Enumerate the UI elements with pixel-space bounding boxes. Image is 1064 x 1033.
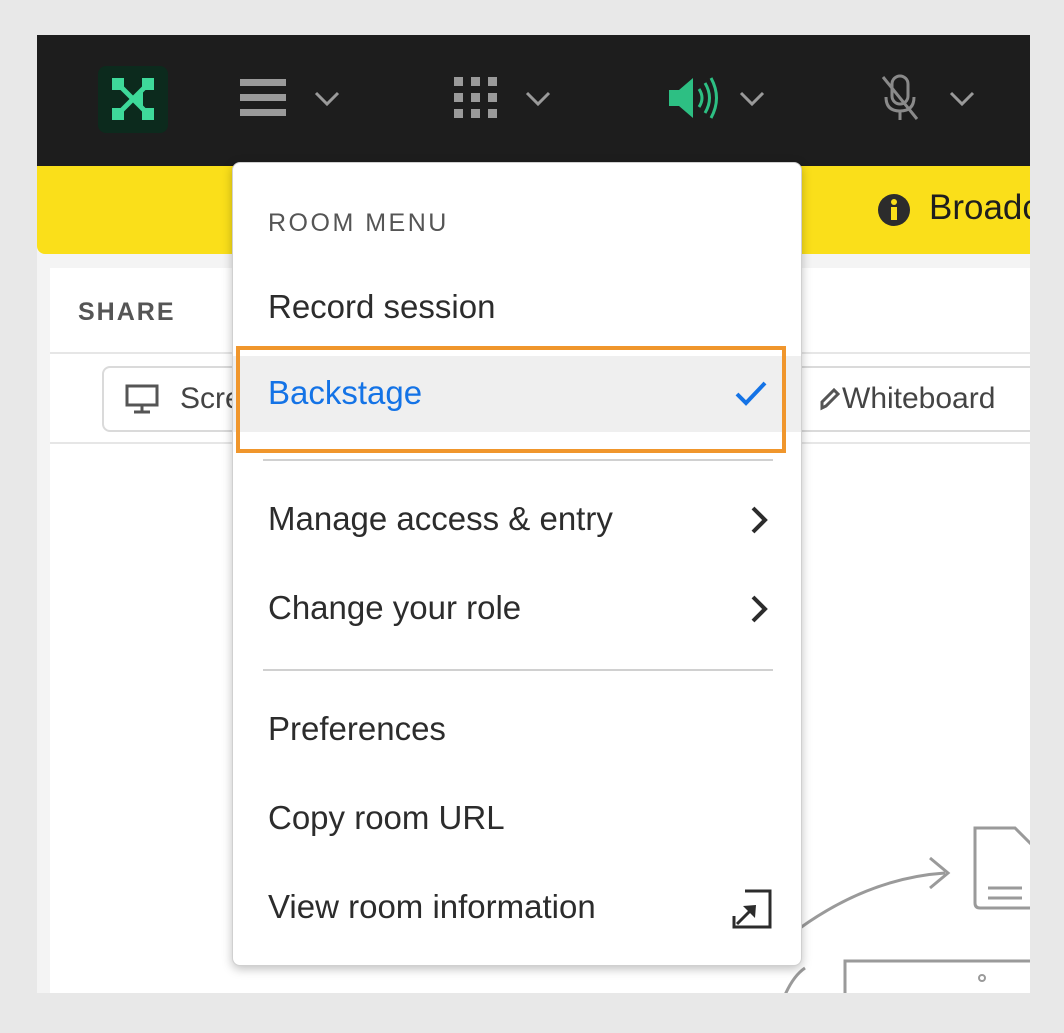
- mic-muted-icon: [881, 74, 919, 120]
- menu-item-label: Preferences: [268, 710, 446, 747]
- room-menu-button[interactable]: [237, 73, 347, 123]
- menu-item-preferences[interactable]: Preferences: [233, 692, 801, 768]
- info-icon: [878, 194, 910, 226]
- microphone-button[interactable]: [877, 73, 987, 123]
- audio-button[interactable]: [667, 73, 777, 123]
- menu-item-manage-access[interactable]: Manage access & entry: [233, 482, 801, 558]
- menu-item-change-role[interactable]: Change your role: [233, 571, 801, 647]
- grid-icon: [454, 77, 497, 118]
- room-menu: ROOM MENU Record session Backstage Manag…: [232, 162, 802, 966]
- pencil-icon: [820, 387, 840, 411]
- menu-item-label: Copy room URL: [268, 799, 505, 836]
- banner-text: Broadc: [929, 188, 1030, 227]
- menu-item-label: Change your role: [268, 589, 522, 626]
- menu-item-label: Manage access & entry: [268, 500, 613, 537]
- menu-item-label: View room information: [268, 888, 596, 925]
- chevron-down-icon: [525, 91, 551, 107]
- top-toolbar: [37, 35, 1030, 166]
- menu-item-record-session[interactable]: Record session: [233, 270, 801, 346]
- highlight-box: [236, 346, 786, 453]
- menu-item-copy-room-url[interactable]: Copy room URL: [233, 781, 801, 857]
- speaker-on-icon: [669, 77, 718, 119]
- monitor-icon: [125, 384, 159, 414]
- menu-divider: [263, 669, 773, 671]
- room-menu-heading: ROOM MENU: [268, 209, 449, 237]
- menu-item-label: Record session: [268, 288, 496, 325]
- connect-logo-icon[interactable]: [98, 66, 168, 133]
- menu-divider: [263, 459, 773, 461]
- open-external-icon: [732, 889, 772, 929]
- chevron-down-icon: [314, 91, 340, 107]
- chevron-right-icon: [751, 506, 768, 534]
- apps-menu-button[interactable]: [451, 73, 561, 123]
- chevron-down-icon: [739, 91, 765, 107]
- hamburger-icon: [240, 79, 286, 116]
- chevron-down-icon: [949, 91, 975, 107]
- share-label: SHARE: [78, 298, 176, 326]
- share-whiteboard-label: Whiteboard: [842, 382, 996, 415]
- menu-item-view-room-information[interactable]: View room information: [233, 870, 801, 946]
- chevron-right-icon: [751, 595, 768, 623]
